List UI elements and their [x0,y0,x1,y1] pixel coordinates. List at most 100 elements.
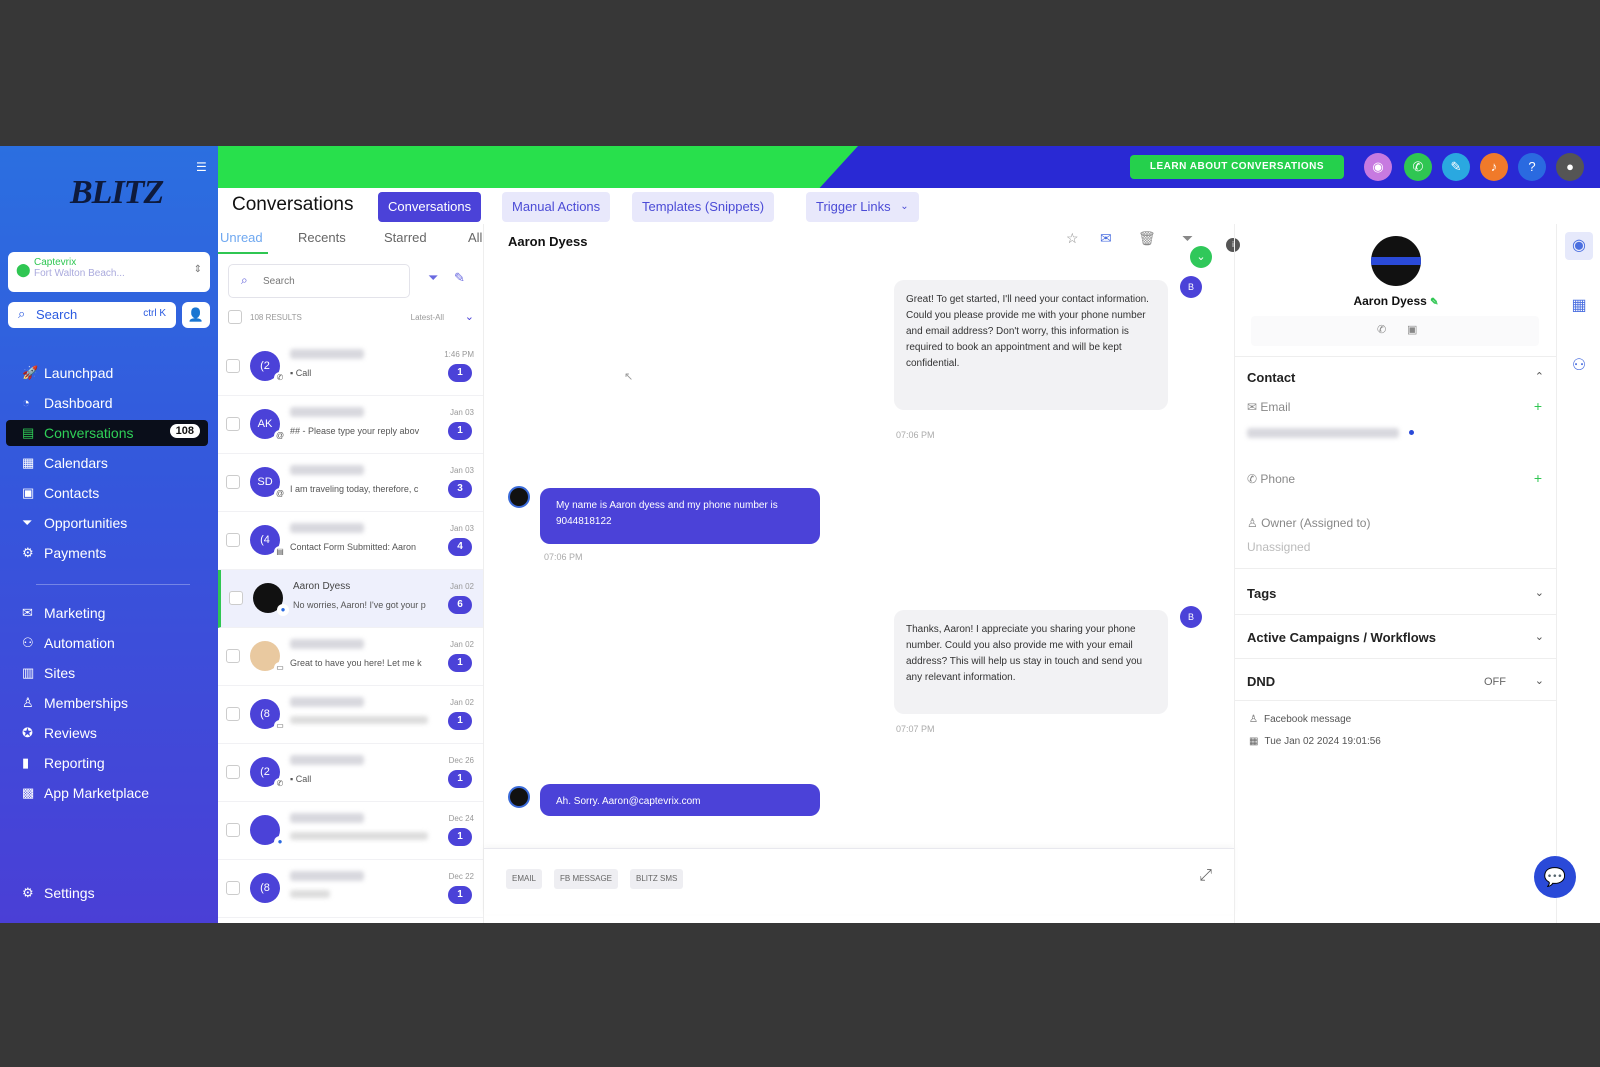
conversation-item[interactable]: ▭ Great to have you here! Let me k Jan 0… [218,628,483,686]
message-composer[interactable]: EMAIL FB MESSAGE BLITZ SMS ⤢ [484,848,1234,914]
filter-icon[interactable]: ⏷ [428,270,438,286]
person-icon: ♙ [1249,714,1258,725]
section-dnd-title[interactable]: DND [1247,674,1275,689]
sort-label[interactable]: Latest-All [411,313,444,322]
location-switcher[interactable]: ⬤ Captevrix Fort Walton Beach... ⇕ [8,252,210,292]
sidebar-item-label: App Marketplace [44,785,150,801]
sidebar-item-marketing[interactable]: ✉ Marketing [6,600,208,626]
section-tags-title[interactable]: Tags [1247,586,1276,601]
message-icon[interactable]: ▣ [1407,323,1417,336]
subtab-unread[interactable]: Unread [220,230,263,245]
chevron-down-icon[interactable]: ⌄ [465,310,474,323]
tab-manual-actions[interactable]: Manual Actions [502,192,611,222]
sidebar-item-reporting[interactable]: ▮ Reporting [6,750,208,776]
composer-tab-email[interactable]: EMAIL [506,869,543,889]
learn-about-conversations-button[interactable]: LEARN ABOUT CONVERSATIONS [1130,155,1344,179]
list-search-input[interactable]: ⌕ Search [228,264,410,298]
help-icon[interactable]: ? [1518,153,1546,181]
chevron-down-icon[interactable]: ⌄ [1535,586,1544,599]
row-checkbox[interactable] [229,591,243,605]
conversation-item[interactable]: (2 ✆ ▪ Call Dec 26 1 [218,744,483,802]
edit-icon[interactable]: ✎ [1430,297,1438,308]
subtab-all[interactable]: All [468,230,482,245]
sidebar-item-automation[interactable]: ⚇ Automation [6,630,208,656]
section-contact-title[interactable]: Contact [1247,370,1295,385]
row-checkbox[interactable] [226,417,240,431]
announcement-icon[interactable]: ✎ [1442,153,1470,181]
tab-trigger-links[interactable]: Trigger Links ⌄ [806,192,919,222]
gear-icon: ⚙ [22,885,34,900]
conversation-item-selected[interactable]: ● Aaron Dyess No worries, Aaron! I've go… [218,570,483,628]
scroll-to-bottom-button[interactable]: ⌄ [1190,246,1212,268]
call-icon[interactable]: ✆ [1377,323,1386,336]
sidebar-item-conversations[interactable]: ▤ Conversations 108 [6,420,208,446]
subtab-recents[interactable]: Recents [298,230,346,245]
conversation-item[interactable]: ● Dec 24 1 [218,802,483,860]
add-email-icon[interactable]: + [1534,398,1542,414]
message-date: Jan 02 [449,698,474,707]
row-checkbox[interactable] [226,649,240,663]
message-date: Dec 24 [448,814,474,823]
conversation-item[interactable]: (4 ▤ Contact Form Submitted: Aaron Jan 0… [218,512,483,570]
row-checkbox[interactable] [226,765,240,779]
chevron-down-icon[interactable]: ⌄ [1535,674,1544,687]
mark-unread-icon[interactable]: ✉ [1100,230,1112,247]
row-checkbox[interactable] [226,823,240,837]
expand-icon[interactable]: ⤢ [1199,867,1212,885]
sidebar-item-payments[interactable]: ⚙ Payments [6,540,208,566]
sidebar-item-settings[interactable]: ⚙ Settings [6,880,208,906]
email-value-blurred[interactable] [1247,428,1399,438]
subtab-starred[interactable]: Starred [384,230,427,245]
select-all-checkbox[interactable] [228,310,242,324]
row-checkbox[interactable] [226,533,240,547]
row-checkbox[interactable] [226,475,240,489]
sidebar-item-contacts[interactable]: ▣ Contacts [6,480,208,506]
tab-templates[interactable]: Templates (Snippets) [632,192,775,222]
phone-icon[interactable]: ✆ [1404,153,1432,181]
filter-messages-icon[interactable]: ⏷ [1182,230,1193,247]
collapse-sidebar-icon[interactable]: ☰ [196,160,207,174]
unread-badge: 1 [448,712,472,730]
phone-label: ✆ Phone [1247,472,1296,486]
add-contact-button[interactable]: 👤 [182,302,210,328]
conversation-item[interactable]: SD @ I am traveling today, therefore, c … [218,454,483,512]
conversation-item[interactable]: (2 ✆ ▪ Call 1:46 PM 1 [218,338,483,396]
compose-icon[interactable]: ✎ [454,270,465,286]
add-phone-icon[interactable]: + [1534,470,1542,486]
conversation-item[interactable]: (8 Dec 22 1 [218,860,483,918]
workflow-icon[interactable]: ⚇ [1565,352,1593,380]
row-checkbox[interactable] [226,881,240,895]
support-chat-button[interactable]: 💬 [1534,856,1576,898]
ai-bot-icon[interactable]: ◉ [1364,153,1392,181]
row-checkbox[interactable] [226,707,240,721]
conversation-item[interactable]: AK @ ## - Please type your reply abov Ja… [218,396,483,454]
composer-tab-sms[interactable]: BLITZ SMS [630,869,684,889]
sidebar-item-dashboard[interactable]: ◔ Dashboard [6,390,208,416]
search-shortcut: ctrl K [143,308,166,319]
sidebar-item-memberships[interactable]: ♙ Memberships [6,690,208,716]
star-icon[interactable]: ☆ [1066,230,1079,247]
owner-select[interactable]: Unassigned [1247,540,1310,554]
sidebar-item-launchpad[interactable]: 🚀 Launchpad [6,360,208,386]
sidebar-item-opportunities[interactable]: ⏷ Opportunities [6,510,208,536]
sidebar-search[interactable]: ⌕ Search ctrl K [8,302,176,328]
sidebar-item-calendars[interactable]: ▦ Calendars [6,450,208,476]
delete-icon[interactable]: 🗑 [1138,230,1156,247]
unread-badge: 1 [448,422,472,440]
contact-details-icon[interactable]: ◉ [1565,232,1593,260]
user-avatar[interactable]: ● [1556,153,1584,181]
conversation-item[interactable]: (8 ▭ Jan 02 1 [218,686,483,744]
sidebar-item-app-marketplace[interactable]: ▩ App Marketplace [6,780,208,806]
chevron-down-icon[interactable]: ⌄ [1535,630,1544,643]
sidebar-item-label: Reporting [44,755,105,771]
row-checkbox[interactable] [226,359,240,373]
composer-tab-fb-message[interactable]: FB MESSAGE [554,869,619,889]
sidebar-item-label: Conversations [44,425,134,441]
tab-conversations[interactable]: Conversations [378,192,482,222]
section-campaigns-title[interactable]: Active Campaigns / Workflows [1247,630,1436,645]
bell-icon[interactable]: ♪ [1480,153,1508,181]
sidebar-item-reviews[interactable]: ✪ Reviews [6,720,208,746]
appointments-icon[interactable]: ▦ [1565,292,1593,320]
sidebar-item-sites[interactable]: ▥ Sites [6,660,208,686]
chevron-up-icon[interactable]: ⌃ [1535,370,1544,383]
